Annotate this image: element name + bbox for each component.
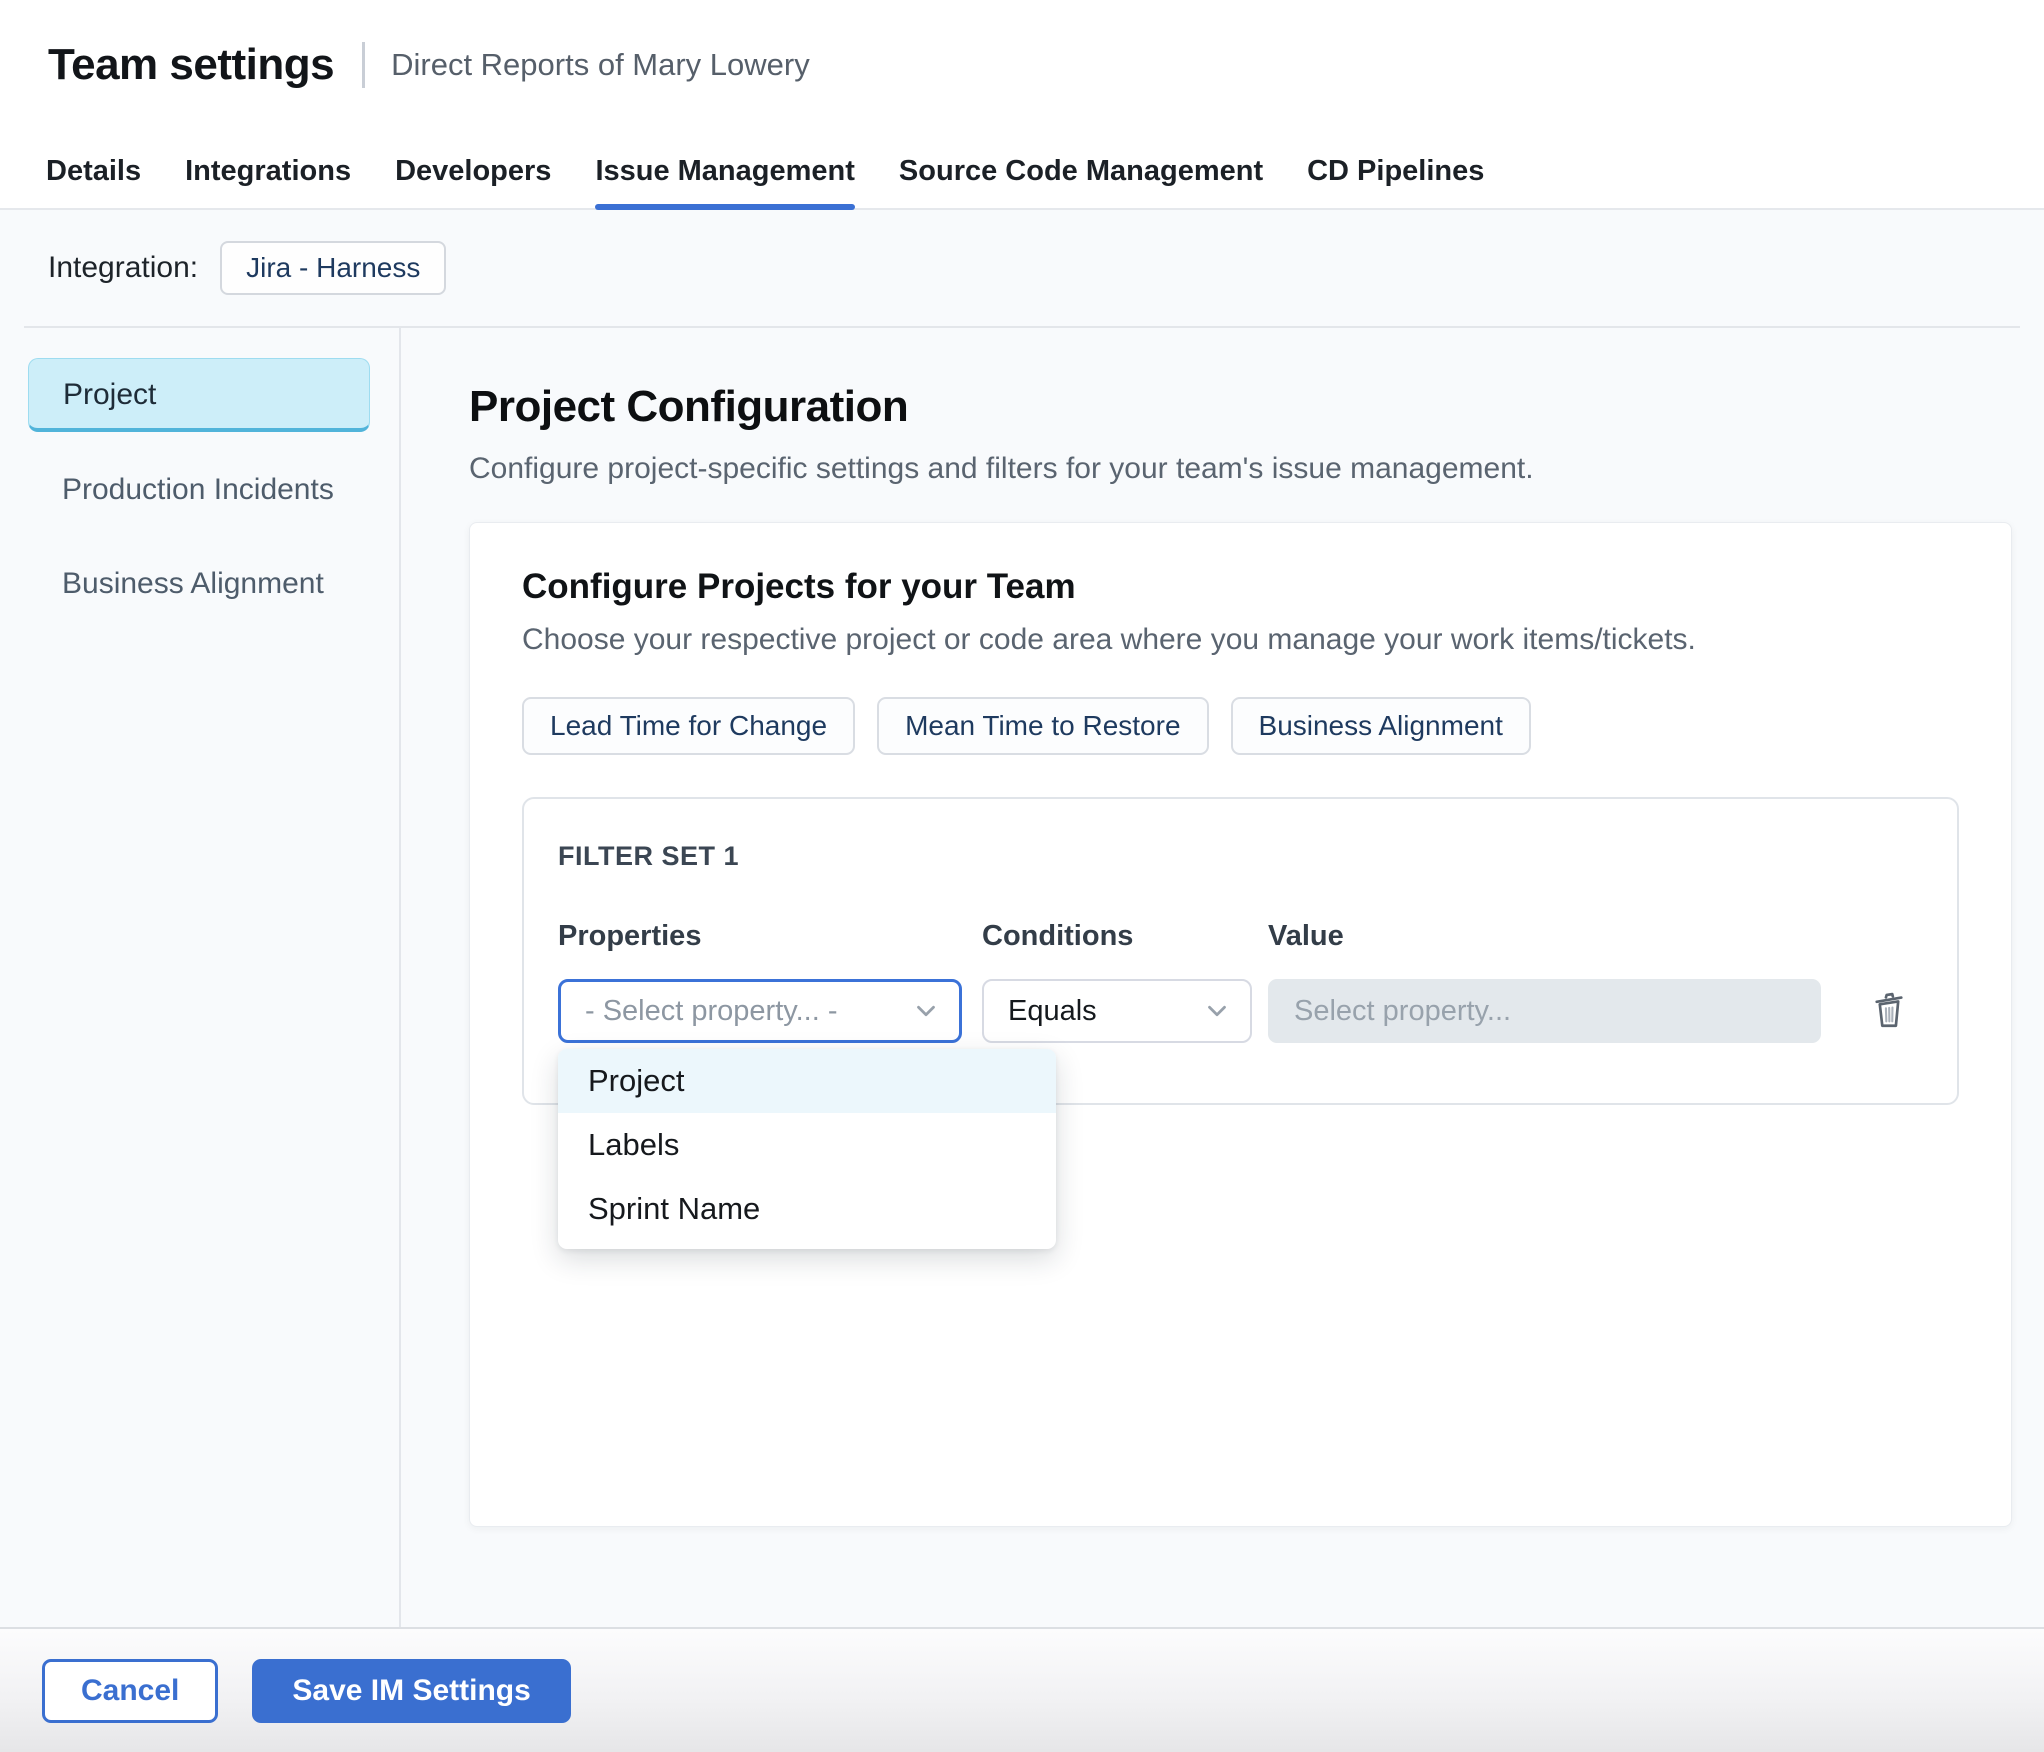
- cancel-button[interactable]: Cancel: [42, 1658, 219, 1723]
- tab-cd-pipelines[interactable]: CD Pipelines: [1307, 155, 1484, 208]
- chip-business-alignment[interactable]: Business Alignment: [1230, 697, 1531, 755]
- page-subtitle: Direct Reports of Mary Lowery: [391, 47, 810, 82]
- tab-source-code-management[interactable]: Source Code Management: [899, 155, 1263, 208]
- integration-label: Integration:: [48, 251, 199, 284]
- sidebar-item-production-incidents[interactable]: Production Incidents: [28, 454, 370, 526]
- chip-mean-time-to-restore[interactable]: Mean Time to Restore: [877, 697, 1209, 755]
- filter-set-1: FILTER SET 1 Properties Conditions Value…: [522, 797, 1959, 1249]
- settings-sidebar: Project Production Incidents Business Al…: [0, 328, 401, 1627]
- integration-row: Integration: Jira - Harness: [0, 210, 2044, 326]
- trash-icon: [1866, 988, 1912, 1034]
- section-description: Configure project-specific settings and …: [469, 452, 1534, 485]
- conditions-column-header: Conditions: [982, 920, 1134, 952]
- sidebar-item-business-alignment[interactable]: Business Alignment: [28, 548, 370, 620]
- dropdown-option-project[interactable]: Project: [558, 1049, 1056, 1113]
- configure-projects-card: Configure Projects for your Team Choose …: [469, 522, 2012, 1527]
- dropdown-option-sprint-name[interactable]: Sprint Name: [558, 1177, 1056, 1241]
- title-divider: [362, 42, 366, 88]
- section-heading: Project Configuration: [469, 382, 909, 431]
- properties-column-header: Properties: [558, 920, 702, 952]
- properties-select-placeholder: - Select property... -: [585, 994, 838, 1027]
- chevron-down-icon: [911, 996, 941, 1026]
- card-heading: Configure Projects for your Team: [522, 567, 1076, 606]
- metric-chip-row: Lead Time for Change Mean Time to Restor…: [522, 697, 1959, 755]
- tab-details[interactable]: Details: [46, 155, 141, 208]
- save-im-settings-button[interactable]: Save IM Settings: [252, 1658, 571, 1723]
- integration-chip[interactable]: Jira - Harness: [220, 241, 447, 295]
- properties-select[interactable]: - Select property... -: [558, 979, 962, 1043]
- filter-column-headers: Properties Conditions Value: [558, 920, 1913, 953]
- conditions-select[interactable]: Equals: [982, 979, 1252, 1043]
- chip-lead-time-for-change[interactable]: Lead Time for Change: [522, 697, 856, 755]
- card-description: Choose your respective project or code a…: [522, 623, 1696, 656]
- main-content: Project Configuration Configure project-…: [401, 328, 2044, 1627]
- tab-developers[interactable]: Developers: [395, 155, 551, 208]
- conditions-select-value: Equals: [1008, 994, 1097, 1027]
- sidebar-item-project[interactable]: Project: [28, 358, 370, 432]
- chevron-down-icon: [1202, 996, 1232, 1026]
- delete-filter-button[interactable]: [1865, 987, 1913, 1035]
- tab-issue-management[interactable]: Issue Management: [595, 155, 856, 210]
- page-title: Team settings: [48, 40, 335, 89]
- dropdown-option-labels[interactable]: Labels: [558, 1113, 1056, 1177]
- tab-bar: Details Integrations Developers Issue Ma…: [0, 155, 2044, 210]
- tab-integrations[interactable]: Integrations: [185, 155, 351, 208]
- filter-set-title: FILTER SET 1: [558, 841, 740, 871]
- properties-dropdown: Project Labels Sprint Name: [558, 1049, 1056, 1249]
- value-input[interactable]: [1268, 979, 1821, 1043]
- actions-bar: Cancel Save IM Settings: [0, 1627, 2044, 1752]
- page-header: Team settings Direct Reports of Mary Low…: [0, 0, 2044, 158]
- value-column-header: Value: [1268, 920, 1344, 952]
